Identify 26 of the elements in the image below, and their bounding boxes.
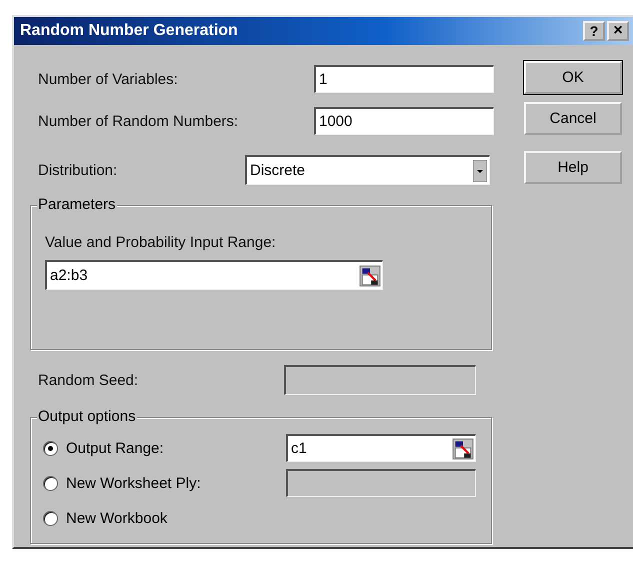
field-label: Distribution: [38,162,118,178]
group-title: Output options [37,408,137,425]
option-label[interactable]: New Worksheet Ply: [66,474,286,492]
collapse-dialog-icon[interactable] [452,438,474,460]
distribution-dropdown[interactable]: Discrete [245,155,490,185]
dialog-button[interactable]: Help [524,151,622,184]
field-label: Value and Probability Input Range: [45,234,277,251]
dialog-button[interactable]: OK [524,61,622,94]
input-field[interactable]: 1000 [314,107,494,135]
radio-button[interactable] [43,510,58,526]
radio-button[interactable] [43,476,58,490]
help-button[interactable]: ? [583,21,605,41]
input-field[interactable]: c1 [286,434,476,462]
dialog-button[interactable]: Cancel [524,102,622,135]
window-title: Random Number Generation [20,22,238,40]
input-field[interactable]: 1 [314,65,494,93]
field-label: Number of Random Numbers: [38,112,238,130]
option-label[interactable]: New Workbook [66,510,286,526]
field-label: Random Seed: [38,372,140,388]
close-button[interactable]: × [607,21,629,41]
field-label: Number of Variables: [38,70,178,88]
dropdown-arrow-icon[interactable] [473,160,487,182]
option-label[interactable]: Output Range: [66,440,286,456]
radio-button[interactable] [43,440,58,456]
collapse-dialog-icon[interactable] [359,264,381,286]
input-field[interactable]: a2:b3 [45,260,383,290]
